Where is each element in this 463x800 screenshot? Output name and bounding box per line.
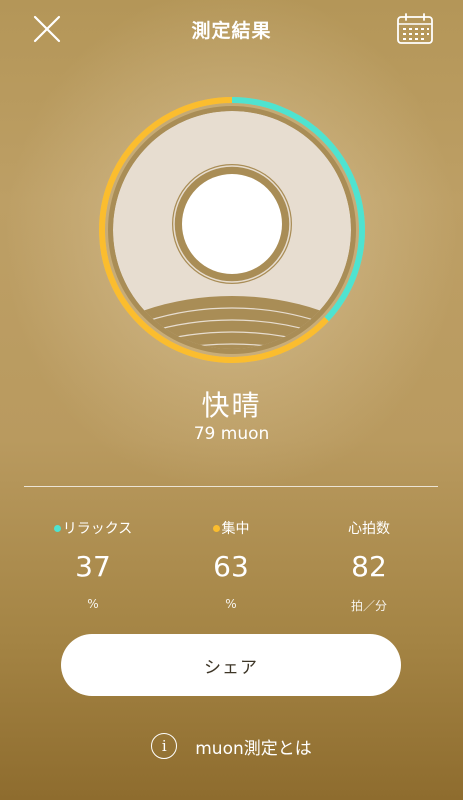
muon-score: 79 muon [193,424,270,444]
heart-rate-unit: 拍／分 [350,599,387,613]
page-title: 測定結果 [191,20,272,42]
focus-value: 63 [213,550,249,583]
stat-heart-rate: 心拍数 82 拍／分 [299,518,439,614]
sun-icon [172,164,292,284]
stat-focus: 集中 63 % [161,518,301,611]
relax-label: リラックス [62,521,133,537]
info-icon: i [151,733,178,759]
weather-state: 快晴 [201,389,262,422]
focus-label: 集中 [221,521,250,537]
relax-unit: % [87,597,99,611]
calendar-icon [397,13,433,44]
focus-unit: % [225,597,237,611]
relax-dot [53,524,61,532]
focus-dot [212,524,220,532]
divider [24,486,438,487]
about-muon-label: muon測定とは [195,738,312,759]
heart-rate-value: 82 [351,550,387,583]
result-gauge [98,96,366,364]
stat-relax: リラックス 37 % [23,518,163,611]
relax-value: 37 [75,550,111,583]
heart-rate-label: 心拍数 [348,521,390,537]
about-muon-link[interactable]: i muon測定とは [0,733,463,759]
share-button[interactable]: シェア [61,634,401,696]
calendar-button[interactable] [396,13,434,45]
